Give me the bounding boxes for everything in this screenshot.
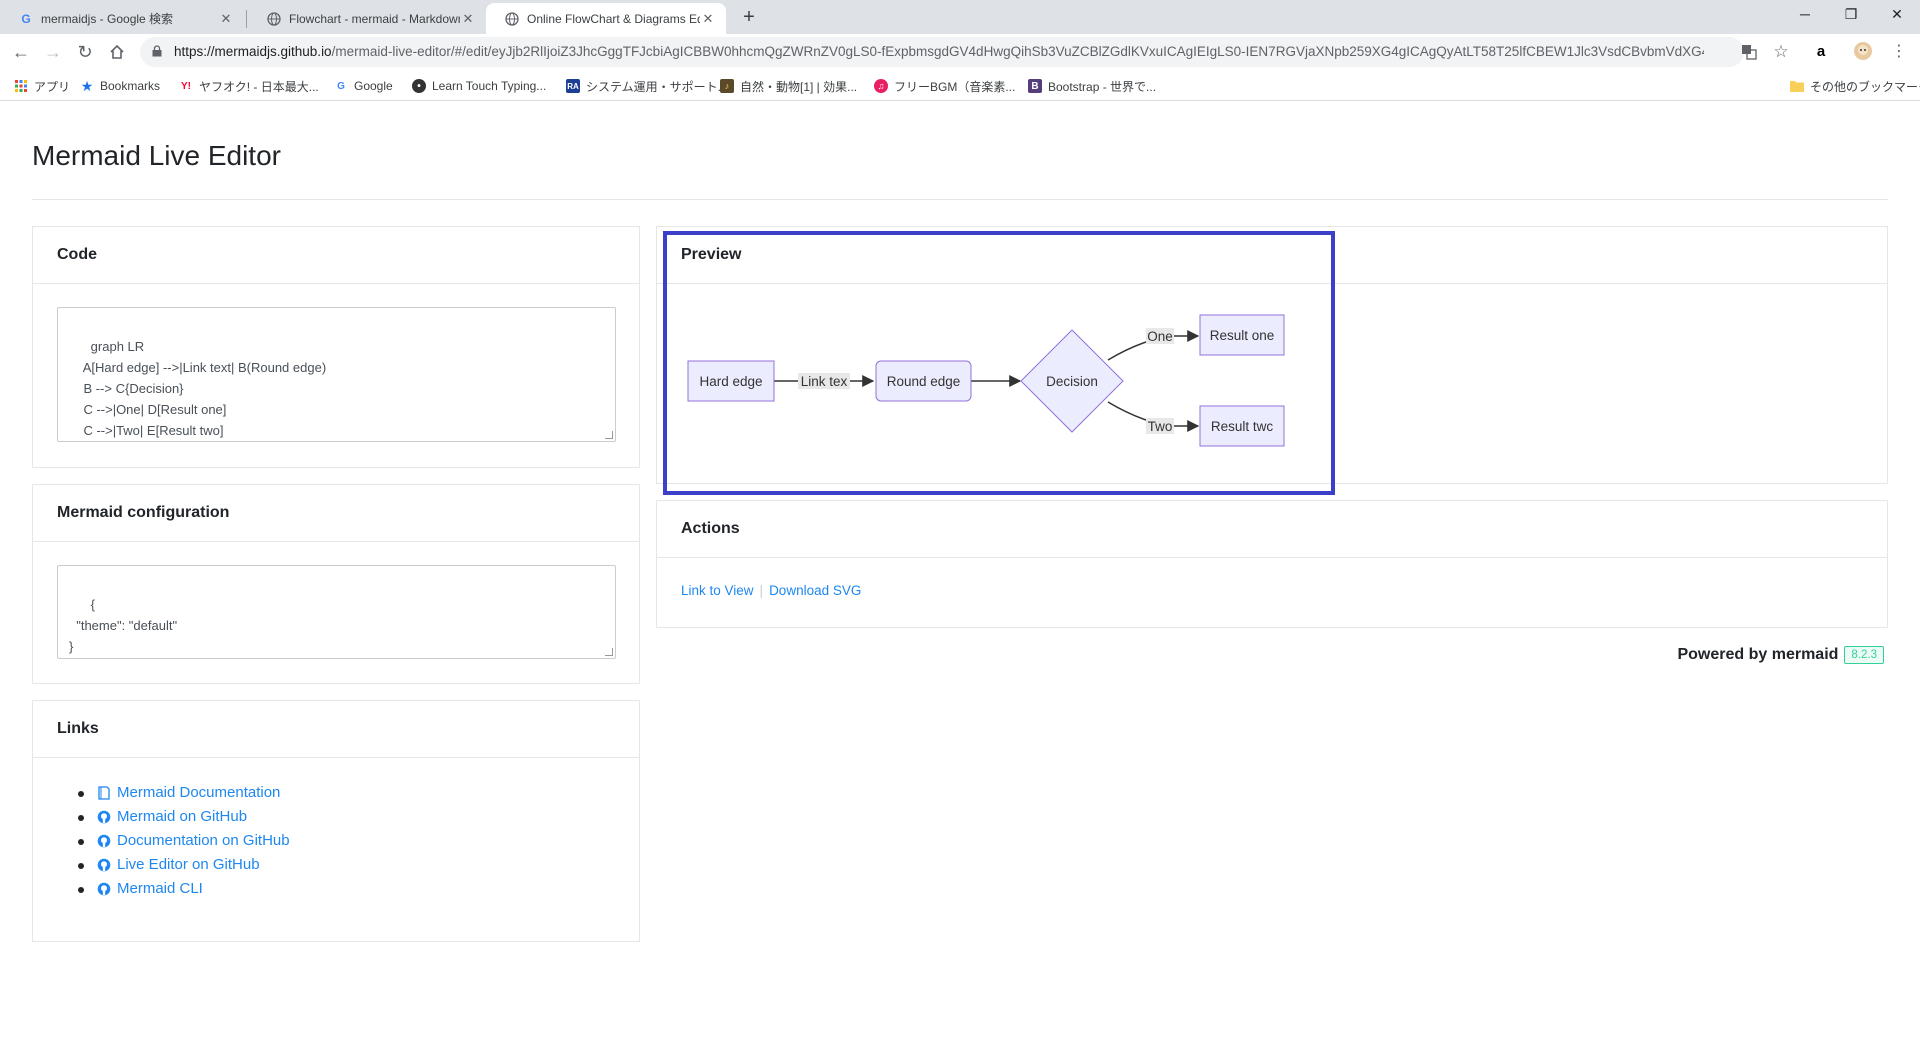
- back-button[interactable]: ←: [9, 40, 33, 64]
- config-card: Mermaid configuration { "theme": "defaul…: [32, 484, 640, 684]
- link-mermaid-documentation[interactable]: Mermaid Documentation: [57, 781, 615, 805]
- links-card: Links Mermaid Documentation Mermaid on G…: [32, 700, 640, 942]
- links-list: Mermaid Documentation Mermaid on GitHub …: [57, 781, 615, 901]
- resize-handle-icon[interactable]: [605, 431, 613, 439]
- config-card-heading: Mermaid configuration: [33, 485, 639, 542]
- bookmark-google[interactable]: G Google: [334, 76, 393, 96]
- music-icon: ♫: [874, 79, 888, 93]
- version-badge: 8.2.3: [1844, 646, 1884, 664]
- bookmark-nature-sounds[interactable]: ♪ 自然・動物[1] | 効果...: [720, 76, 857, 96]
- actions-card: Actions Link to View | Download SVG: [656, 500, 1888, 628]
- links-card-heading: Links: [33, 701, 639, 758]
- apps-grid-icon: [14, 79, 28, 93]
- tab-title: mermaidjs - Google 検索: [41, 12, 174, 26]
- tab-flowchart-mermaid[interactable]: Flowchart - mermaid - Markdown ✕: [248, 3, 486, 34]
- bookmark-learn-typing[interactable]: • Learn Touch Typing...: [412, 76, 546, 96]
- powered-by-text: Powered by mermaid: [1677, 646, 1839, 663]
- list-bullet: [78, 887, 84, 893]
- separator: |: [759, 583, 764, 598]
- link-mermaid-cli[interactable]: Mermaid CLI: [57, 877, 615, 901]
- tab-online-flowchart[interactable]: Online FlowChart & Diagrams Ed ✕: [486, 3, 726, 34]
- actions-card-heading: Actions: [657, 501, 1887, 558]
- code-card: Code graph LR A[Hard edge] -->|Link text…: [32, 226, 640, 468]
- tab-google-search[interactable]: G mermaidjs - Google 検索 ✕: [0, 3, 244, 34]
- close-icon[interactable]: ✕: [700, 11, 716, 27]
- divider: [32, 199, 1888, 200]
- code-text: graph LR A[Hard edge] -->|Link text| B(R…: [82, 339, 327, 438]
- url-text: https://mermaidjs.github.io/mermaid-live…: [174, 44, 1704, 59]
- ninja-icon: •: [412, 79, 426, 93]
- close-icon[interactable]: ✕: [460, 11, 476, 27]
- tab-strip: G mermaidjs - Google 検索 ✕ Flowchart - me…: [0, 0, 1920, 34]
- google-icon: G: [21, 11, 31, 26]
- tab-title: Online FlowChart & Diagrams Ed: [527, 11, 700, 26]
- link-mermaid-on-github[interactable]: Mermaid on GitHub: [57, 805, 615, 829]
- google-icon: G: [337, 80, 345, 92]
- yahoo-icon: Y!: [181, 80, 191, 92]
- folder-icon: [1790, 79, 1804, 93]
- bookmark-bootstrap[interactable]: B Bootstrap - 世界で...: [1028, 76, 1156, 96]
- bookmark-yahoo-auction[interactable]: Y! ヤフオク! - 日本最大...: [179, 76, 319, 96]
- bookmark-system-support[interactable]: RA システム運用・サポート...: [566, 76, 728, 96]
- globe-icon: [267, 11, 281, 26]
- page-title: Mermaid Live Editor: [32, 140, 281, 171]
- lock-icon: [152, 45, 162, 57]
- resize-handle-icon[interactable]: [605, 648, 613, 656]
- github-icon: [97, 858, 111, 872]
- kebab-menu-icon[interactable]: ⋮: [1888, 41, 1910, 63]
- download-svg-link[interactable]: Download SVG: [769, 583, 861, 598]
- book-icon: [98, 786, 110, 800]
- bookmark-other-folder[interactable]: その他のブックマーク: [1790, 76, 1920, 96]
- link-documentation-on-github[interactable]: Documentation on GitHub: [57, 829, 615, 853]
- list-bullet: [78, 815, 84, 821]
- github-icon: [97, 834, 111, 848]
- minimize-button[interactable]: ─: [1782, 0, 1828, 30]
- tab-divider: [246, 10, 247, 28]
- restore-button[interactable]: ❐: [1828, 0, 1874, 30]
- code-card-heading: Code: [33, 227, 639, 284]
- list-bullet: [78, 839, 84, 845]
- forward-button[interactable]: →: [41, 40, 65, 64]
- powered-by: Powered by mermaid 8.2.3: [1677, 646, 1884, 664]
- globe-icon: [505, 11, 519, 26]
- code-editor[interactable]: graph LR A[Hard edge] -->|Link text| B(R…: [57, 307, 616, 442]
- translate-icon[interactable]: [1738, 41, 1760, 63]
- bookmark-apps[interactable]: アプリ: [14, 76, 70, 96]
- list-bullet: [78, 863, 84, 869]
- profile-avatar[interactable]: [1852, 41, 1874, 63]
- reload-button[interactable]: ↻: [73, 40, 97, 64]
- bookmark-bookmarks[interactable]: ★ Bookmarks: [80, 76, 160, 96]
- tab-title: Flowchart - mermaid - Markdown: [289, 11, 460, 26]
- amazon-extension-icon[interactable]: a: [1810, 41, 1832, 63]
- github-icon: [97, 882, 111, 896]
- browser-toolbar: ← → ↻ https://mermaidjs.github.io/mermai…: [0, 34, 1920, 70]
- config-text: { "theme": "default" }: [69, 597, 178, 654]
- new-tab-button[interactable]: +: [737, 6, 761, 30]
- star-icon: ★: [80, 77, 94, 94]
- bootstrap-icon: B: [1028, 79, 1042, 93]
- bookmarks-bar: アプリ ★ Bookmarks Y! ヤフオク! - 日本最大... G Goo…: [0, 70, 1920, 101]
- address-bar[interactable]: https://mermaidjs.github.io/mermaid-live…: [140, 37, 1744, 67]
- ra-icon: RA: [566, 79, 580, 93]
- bookmark-star-icon[interactable]: ☆: [1770, 41, 1792, 63]
- list-bullet: [78, 791, 84, 797]
- github-icon: [97, 810, 111, 824]
- close-window-button[interactable]: ✕: [1874, 0, 1920, 30]
- sound-icon: ♪: [720, 79, 734, 93]
- link-live-editor-on-github[interactable]: Live Editor on GitHub: [57, 853, 615, 877]
- bookmark-free-bgm[interactable]: ♫ フリーBGM（音楽素...: [874, 76, 1015, 96]
- home-button[interactable]: [105, 40, 129, 64]
- preview-highlight-box: [663, 231, 1335, 495]
- close-icon[interactable]: ✕: [218, 11, 234, 27]
- config-editor[interactable]: { "theme": "default" }: [57, 565, 616, 659]
- link-to-view[interactable]: Link to View: [681, 583, 754, 598]
